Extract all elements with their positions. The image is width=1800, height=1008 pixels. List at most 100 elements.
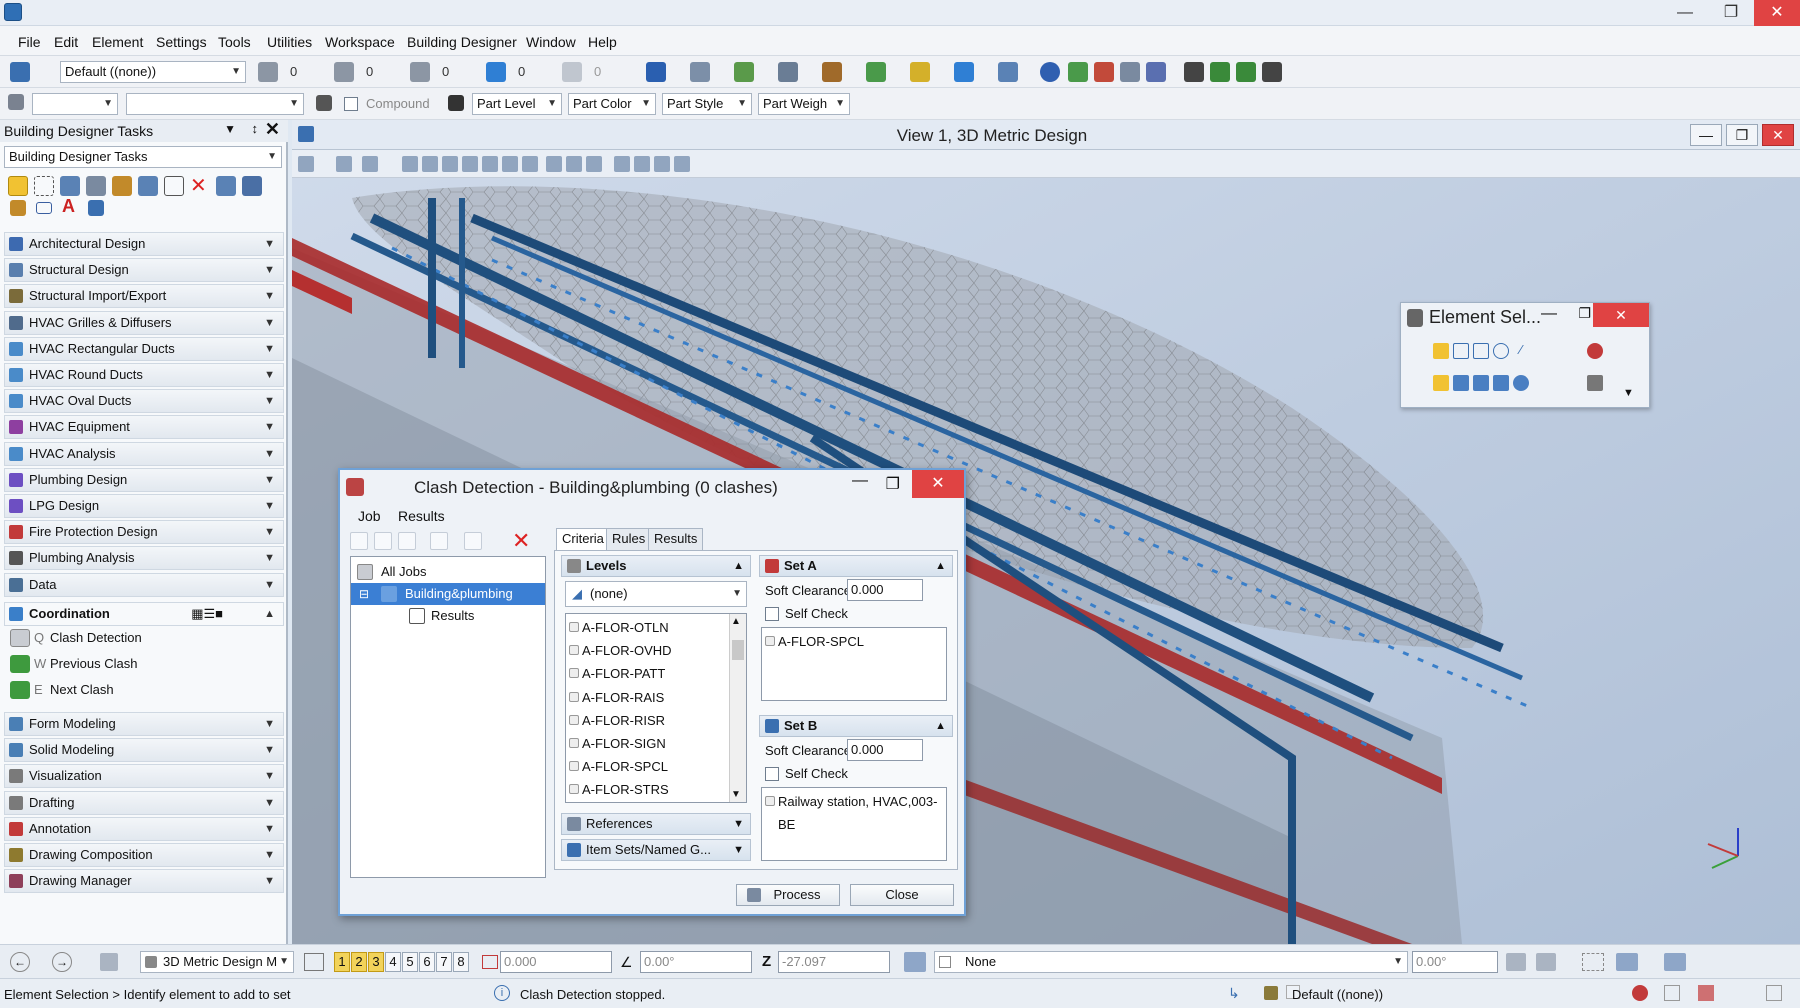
color-icon[interactable] [258, 62, 278, 82]
clear-selection-icon[interactable] [1513, 375, 1529, 391]
attributes-icon[interactable] [10, 62, 30, 82]
info-icon[interactable] [1040, 62, 1060, 82]
menu-utilities[interactable]: Utilities [267, 34, 312, 50]
template-combo[interactable]: ▼ [32, 93, 118, 115]
views-icon[interactable] [304, 953, 324, 971]
chevron-down-icon[interactable]: ▼ [264, 495, 275, 517]
line-weight-icon[interactable] [410, 62, 430, 82]
coordination-clash-detection[interactable]: Q Clash Detection [10, 626, 280, 650]
rectangle-icon[interactable] [36, 202, 52, 214]
level-list-item[interactable]: A-FLOR-OVHD [566, 639, 672, 662]
category-annotation[interactable]: Annotation ▼ [4, 816, 284, 841]
chevron-down-icon[interactable]: ▼ [264, 765, 275, 787]
set-b-self-check-checkbox[interactable] [765, 767, 779, 781]
set-a-collapse-icon[interactable]: ▲ [935, 556, 946, 576]
angle-input[interactable]: 0.00° [640, 951, 752, 973]
set-b-item[interactable]: Railway station, HVAC,003-BE [762, 790, 946, 832]
category-hvac-oval-ducts[interactable]: HVAC Oval Ducts ▼ [4, 389, 284, 414]
toolbox-icon-15[interactable] [1210, 62, 1230, 82]
chevron-down-icon[interactable]: ▼ [264, 364, 275, 386]
view-6-button[interactable]: 6 [419, 952, 435, 972]
text-icon[interactable]: A [62, 196, 82, 216]
toolbox-icon-12[interactable] [1120, 62, 1140, 82]
toolbox-icon-10[interactable] [1068, 62, 1088, 82]
scroll-up-icon[interactable]: ▲ [731, 616, 741, 627]
chevron-down-icon[interactable]: ▼ [264, 739, 275, 761]
close-button[interactable]: Close [850, 884, 954, 906]
toolbox-icon-8[interactable] [954, 62, 974, 82]
category-coordination[interactable]: Coordination ▦☰■ ▲ [4, 602, 284, 626]
grid-icon[interactable] [1506, 953, 1526, 971]
chevron-down-icon[interactable]: ▼ [264, 713, 275, 735]
window-area-icon[interactable] [462, 156, 478, 172]
level-list-item[interactable]: A-FLOR-SIGN [566, 732, 666, 755]
part-level-combo[interactable]: Part Level ▼ [472, 93, 562, 115]
active-level-combo[interactable]: Default ((none)) ▼ [60, 61, 246, 83]
category-hvac-equipment[interactable]: HVAC Equipment ▼ [4, 415, 284, 440]
chevron-down-icon[interactable]: ▼ [264, 312, 275, 334]
view-8-button[interactable]: 8 [453, 952, 469, 972]
view-2-button[interactable]: 2 [351, 952, 367, 972]
clash-menu-job[interactable]: Job [358, 508, 381, 524]
set-a-item[interactable]: A-FLOR-SPCL [762, 630, 864, 653]
scroll-down-icon[interactable]: ▼ [731, 789, 741, 800]
collapse-node-icon[interactable]: ⊟ [359, 583, 369, 605]
view-mode-icons[interactable]: ▦☰■ [191, 603, 223, 625]
category-drawing-composition[interactable]: Drawing Composition ▼ [4, 843, 284, 867]
view-settings-icon[interactable] [674, 156, 690, 172]
category-data[interactable]: Data ▼ [4, 572, 284, 597]
menu-element[interactable]: Element [92, 34, 143, 50]
model-combo[interactable]: 3D Metric Design M ▼ [140, 951, 294, 973]
menu-building-designer[interactable]: Building Designer [407, 34, 517, 50]
category-architectural-design[interactable]: Architectural Design ▼ [4, 232, 284, 256]
block-mode-icon[interactable] [1453, 343, 1469, 359]
level-list-item[interactable]: A-FLOR-PATT [566, 662, 665, 685]
toolbox-icon-3[interactable] [734, 62, 754, 82]
toolbox-icon-9[interactable] [998, 62, 1018, 82]
window-minimize-button[interactable]: — [1662, 0, 1708, 26]
toolbox-icon-1[interactable] [646, 62, 666, 82]
set-b-soft-clearance-input[interactable]: 0.000 [847, 739, 923, 761]
z-coordinate-input[interactable]: -27.097 [778, 951, 890, 973]
compound-checkbox[interactable] [344, 97, 358, 111]
new-job-icon[interactable] [350, 532, 368, 550]
delete-icon[interactable]: ✕ [190, 176, 210, 196]
lock-icon[interactable] [1264, 986, 1278, 1000]
toolbox-icon-17[interactable] [1262, 62, 1282, 82]
forward-icon[interactable]: → [52, 952, 72, 972]
scroll-thumb[interactable] [732, 640, 744, 660]
panel-menu-icon[interactable]: ▼ [224, 122, 236, 136]
menu-window[interactable]: Window [526, 34, 576, 50]
category-plumbing-analysis[interactable]: Plumbing Analysis ▼ [4, 546, 284, 571]
tool-icon-10[interactable] [242, 176, 262, 196]
zoom-in-icon[interactable] [422, 156, 438, 172]
tree-all-jobs[interactable]: All Jobs [351, 561, 545, 583]
category-hvac-analysis[interactable]: HVAC Analysis ▼ [4, 441, 284, 466]
accudraw-icon[interactable] [904, 952, 926, 972]
clip-volume-icon[interactable] [634, 156, 650, 172]
copy-job-icon[interactable] [398, 532, 416, 550]
part-style-combo[interactable]: Part Style ▼ [662, 93, 752, 115]
design-history-icon[interactable] [1698, 985, 1714, 1001]
chevron-down-icon[interactable]: ▼ [264, 818, 275, 840]
level-list-item[interactable]: A-FLOR-SPCL [566, 755, 668, 778]
chevron-down-icon[interactable]: ▼ [264, 390, 275, 412]
save-status-icon[interactable] [1766, 985, 1782, 1001]
set-a-section-header[interactable]: Set A ▲ [759, 555, 953, 577]
line-mode-icon[interactable]: ∕ [1513, 343, 1529, 359]
menu-workspace[interactable]: Workspace [325, 34, 395, 50]
chevron-down-icon[interactable]: ▼ [264, 338, 275, 360]
panel-close-icon[interactable]: ✕ [265, 119, 280, 140]
category-lpg-design[interactable]: LPG Design ▼ [4, 494, 284, 518]
part-color-combo[interactable]: Part Color ▼ [568, 93, 656, 115]
clash-detection-maximize-button[interactable]: ❐ [886, 474, 900, 494]
chevron-down-icon[interactable]: ▼ [264, 574, 275, 596]
item-sets-expand-icon[interactable]: ▼ [733, 840, 744, 860]
snap-mode-combo[interactable]: None ▼ [934, 951, 1408, 973]
element-selection-close-button[interactable]: ✕ [1593, 303, 1649, 327]
menu-tools[interactable]: Tools [218, 34, 251, 50]
tree-job-building-plumbing[interactable]: ⊟ Building&plumbing [351, 583, 545, 605]
clash-menu-results[interactable]: Results [398, 508, 445, 524]
toolbox-icon-6[interactable] [866, 62, 886, 82]
chevron-down-icon[interactable]: ▼ [264, 844, 275, 866]
